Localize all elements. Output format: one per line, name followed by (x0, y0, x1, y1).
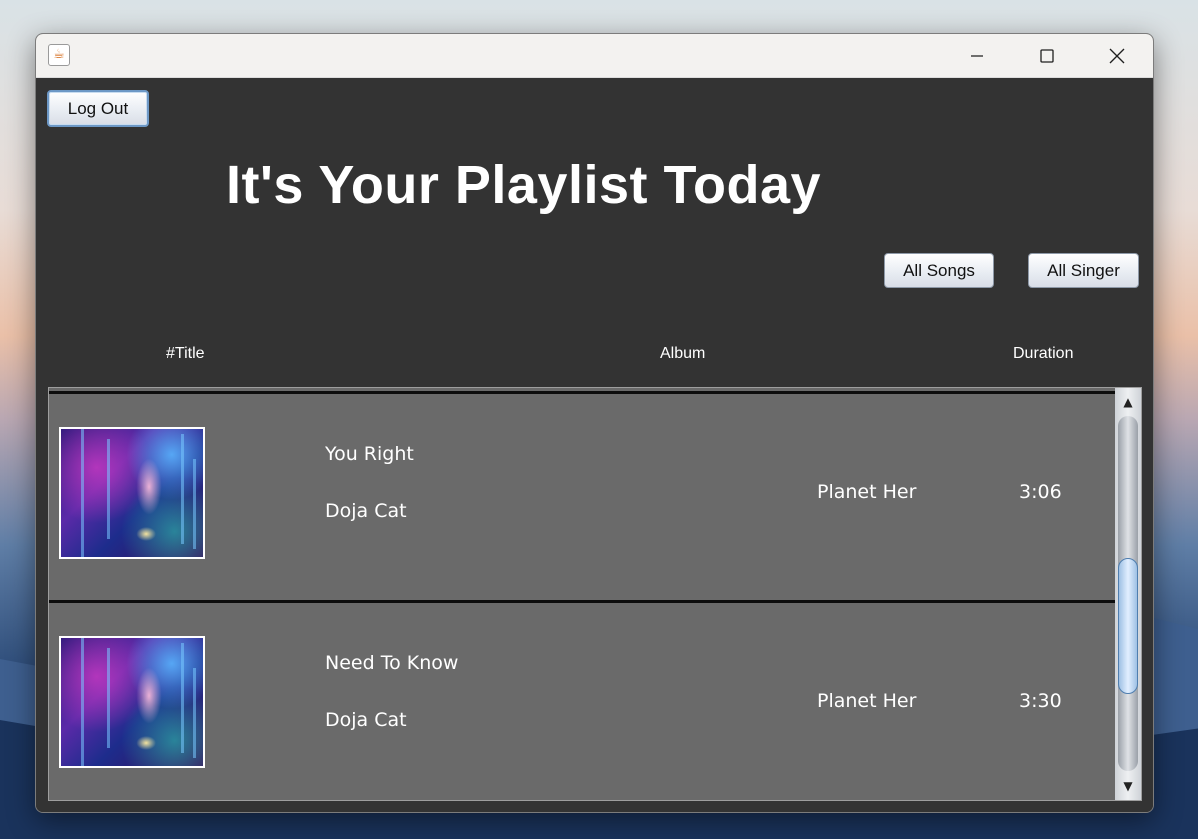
album-cover-image (59, 636, 205, 768)
all-singer-button[interactable]: All Singer (1028, 253, 1139, 288)
scroll-down-arrow-icon[interactable]: ▼ (1117, 774, 1139, 798)
song-duration: 3:06 (1019, 481, 1062, 503)
song-list-viewport: You Right Doja Cat Planet Her 3:06 Need … (49, 388, 1115, 800)
album-cover-image (59, 427, 205, 559)
scrollbar-thumb[interactable] (1118, 558, 1138, 694)
song-album: Planet Her (817, 690, 917, 712)
song-list[interactable]: You Right Doja Cat Planet Her 3:06 Need … (48, 387, 1142, 801)
title-bar[interactable]: ☕ (36, 34, 1153, 78)
song-duration: 3:30 (1019, 690, 1062, 712)
column-header-title: #Title (166, 345, 205, 362)
song-title: You Right (325, 443, 414, 465)
maximize-button[interactable] (1012, 34, 1082, 77)
song-artist: Doja Cat (325, 500, 407, 522)
close-icon (1109, 48, 1125, 63)
playlist-panel: Log Out It's Your Playlist Today All Son… (36, 78, 1153, 812)
app-window: ☕ Log Out It's Your Playlist Today All S… (35, 33, 1154, 813)
all-songs-button[interactable]: All Songs (884, 253, 994, 288)
song-album: Planet Her (817, 481, 917, 503)
song-row[interactable]: Need To Know Doja Cat Planet Her 3:30 (49, 600, 1115, 800)
minimize-button[interactable] (942, 34, 1012, 77)
java-cup-icon: ☕ (48, 44, 70, 66)
column-header-album: Album (660, 345, 706, 362)
song-row[interactable]: You Right Doja Cat Planet Her 3:06 (49, 391, 1115, 597)
close-button[interactable] (1082, 34, 1152, 77)
song-title: Need To Know (325, 652, 459, 674)
minimize-icon (971, 54, 983, 57)
vertical-scrollbar[interactable]: ▲ ▼ (1115, 388, 1141, 800)
column-header-duration: Duration (1013, 345, 1074, 362)
log-out-button[interactable]: Log Out (47, 90, 149, 127)
song-artist: Doja Cat (325, 709, 407, 731)
maximize-icon (1040, 48, 1054, 63)
page-title: It's Your Playlist Today (226, 155, 822, 215)
scroll-up-arrow-icon[interactable]: ▲ (1117, 390, 1139, 414)
